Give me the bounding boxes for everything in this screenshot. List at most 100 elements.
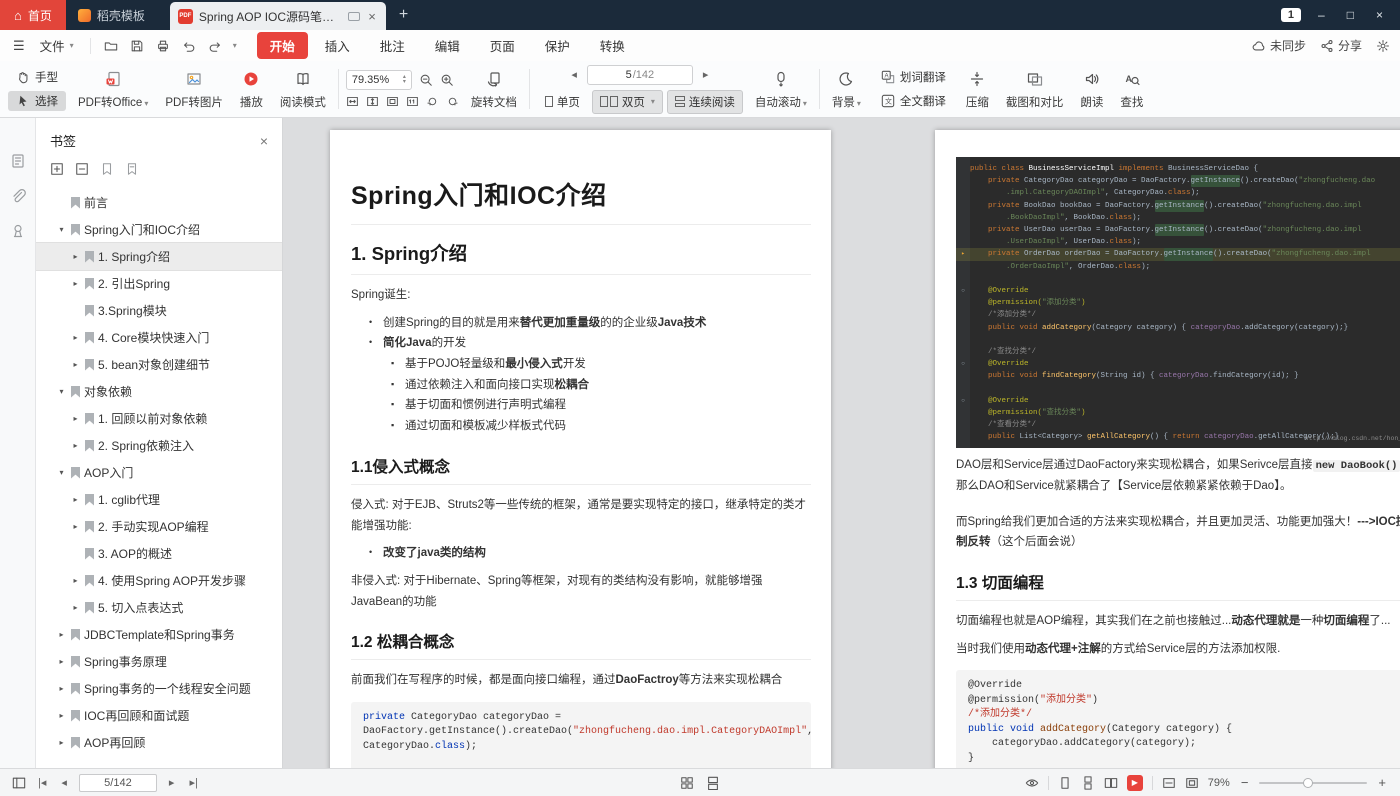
rotate-doc-button[interactable]: 旋转文档 [466,63,522,115]
menu-tab-保护[interactable]: 保护 [532,32,583,59]
bookmark-item[interactable]: ▸2. Spring依赖注入 [36,432,282,459]
bookmark-item[interactable]: ▸5. 切入点表达式 [36,594,282,621]
chevron-right-icon[interactable]: ▸ [56,630,67,639]
chevron-right-icon[interactable]: ▸ [70,441,81,450]
maximize-button[interactable]: □ [1342,8,1359,22]
bookmark-item[interactable]: ▸2. 引出Spring [36,270,282,297]
snapshot-compare-button[interactable]: 截图和对比 [1001,63,1069,115]
first-page-button[interactable]: |◂ [35,776,49,789]
attachment-panel-icon[interactable] [10,188,26,204]
bookmark-item[interactable]: ▸4. Core模块快速入门 [36,324,282,351]
bookmark-item[interactable]: ▸2. 手动实现AOP编程 [36,513,282,540]
fit-page-icon[interactable] [386,95,399,108]
prev-page-icon[interactable]: ◂ [568,68,580,81]
toggle-sidebar-icon[interactable] [12,776,26,790]
prev-page-button[interactable]: ◂ [58,776,70,789]
fit-page-status-icon[interactable] [1185,776,1199,790]
open-folder-icon[interactable] [101,36,121,56]
bookmark-item[interactable]: ▸4. 使用Spring AOP开发步骤 [36,567,282,594]
eye-protection-icon[interactable] [1025,776,1039,790]
chevron-right-icon[interactable]: ▸ [56,738,67,747]
bookmark-item[interactable]: ▸JDBCTemplate和Spring事务 [36,621,282,648]
stepper-icons[interactable]: ▴▾ [403,75,406,86]
pdf-page-left[interactable]: Spring入门和IOC介绍1. Spring介绍Spring诞生:•创建Spr… [330,130,831,768]
close-panel-icon[interactable]: × [260,133,268,149]
chevron-right-icon[interactable]: ▸ [56,711,67,720]
redo-icon[interactable] [205,36,225,56]
menu-tab-编辑[interactable]: 编辑 [422,32,473,59]
chevron-down-icon[interactable]: ▾ [56,468,67,477]
menu-tab-批注[interactable]: 批注 [367,32,418,59]
double-page-view-icon[interactable] [1104,776,1118,790]
find-button[interactable]: A 查找 [1115,63,1148,115]
close-tab-icon[interactable]: × [366,9,378,24]
menu-tab-页面[interactable]: 页面 [477,32,528,59]
select-tool-button[interactable]: 选择 [8,91,66,111]
save-icon[interactable] [127,36,147,56]
status-page-input[interactable]: 5/142 [79,774,157,792]
page-number-input[interactable]: 5 /142 [587,65,693,85]
close-window-button[interactable]: × [1371,8,1388,22]
scroll-view-icon[interactable] [706,776,720,790]
play-button[interactable]: 播放 [235,63,268,115]
minimize-button[interactable]: – [1313,8,1330,22]
bookmark-item[interactable]: ▸Spring事务的一个线程安全问题 [36,675,282,702]
double-page-button[interactable]: 双页 ▾ [592,90,663,114]
fit-width-icon[interactable] [346,95,359,108]
zoom-slider-knob[interactable] [1303,778,1313,788]
continuous-view-icon[interactable] [1081,776,1095,790]
continuous-read-button[interactable]: 连续阅读 [667,90,743,114]
chevron-right-icon[interactable]: ▸ [56,684,67,693]
zoom-out-button[interactable]: − [1239,775,1251,790]
fit-height-icon[interactable] [366,95,379,108]
bookmark-item[interactable]: ▾对象依赖 [36,378,282,405]
bookmark-item[interactable]: 3. AOP的概述 [36,540,282,567]
chevron-right-icon[interactable]: ▸ [70,252,81,261]
bookmark-item[interactable]: ▸5. bean对象创建细节 [36,351,282,378]
add-bookmark-icon[interactable] [100,162,114,176]
read-mode-button[interactable]: 阅读模式 [275,63,331,115]
full-translate-button[interactable]: 文 全文翻译 [873,91,954,111]
notification-badge[interactable]: 1 [1281,8,1301,22]
chevron-right-icon[interactable]: ▸ [70,360,81,369]
next-page-button[interactable]: ▸ [166,776,178,789]
bookmark-item[interactable]: 3.Spring模块 [36,297,282,324]
sync-status[interactable]: 未同步 [1252,37,1306,54]
next-page-icon[interactable]: ▸ [700,68,712,81]
settings-gear-icon[interactable] [1376,39,1390,53]
document-view[interactable]: Spring入门和IOC介绍1. Spring介绍Spring诞生:•创建Spr… [283,118,1400,768]
tab-docer[interactable]: 稻壳模板 [66,0,157,30]
single-page-view-icon[interactable] [1058,776,1072,790]
new-tab-button[interactable]: + [386,0,421,30]
chevron-right-icon[interactable]: ▸ [70,576,81,585]
compress-button[interactable]: 压缩 [961,63,994,115]
chevron-down-icon[interactable]: ▾ [56,387,67,396]
pdf-to-image-button[interactable]: PDF转图片 [160,63,228,115]
zoom-out-icon[interactable] [419,73,433,87]
read-aloud-button[interactable]: 朗读 [1075,63,1108,115]
chevron-right-icon[interactable]: ▸ [70,603,81,612]
bookmark-item[interactable]: ▾AOP入门 [36,459,282,486]
menu-tab-转换[interactable]: 转换 [587,32,638,59]
menu-tab-插入[interactable]: 插入 [312,32,363,59]
background-button[interactable]: 背景▾ [827,63,866,115]
slideshow-button[interactable]: ▶ [1127,775,1143,791]
undo-icon[interactable] [179,36,199,56]
share-button[interactable]: 分享 [1320,37,1362,54]
bookmark-item[interactable]: ▸IOC再回顾和面试题 [36,702,282,729]
tab-document[interactable]: PDF Spring AOP IOC源码笔记.pdf × [170,2,386,30]
bookmark-item[interactable]: ▸1. cglib代理 [36,486,282,513]
auto-scroll-button[interactable]: 自动滚动▾ [750,63,812,115]
stamp-panel-icon[interactable] [10,223,26,239]
zoom-select[interactable]: 79.35% ▴▾ [346,70,412,90]
bookmark-item[interactable]: ▸1. 回顾以前对象依赖 [36,405,282,432]
bookmark-item[interactable]: 前言 [36,189,282,216]
annotations-panel-icon[interactable] [10,153,26,169]
chevron-right-icon[interactable]: ▸ [70,522,81,531]
bookmark-item[interactable]: ▸Spring事务原理 [36,648,282,675]
chevron-down-icon[interactable]: ▾ [56,225,67,234]
menu-tab-开始[interactable]: 开始 [257,32,308,59]
hand-tool-button[interactable]: 手型 [8,67,66,87]
bookmark-item[interactable]: ▾Spring入门和IOC介绍 [36,216,282,243]
zoom-slider[interactable] [1259,782,1367,784]
